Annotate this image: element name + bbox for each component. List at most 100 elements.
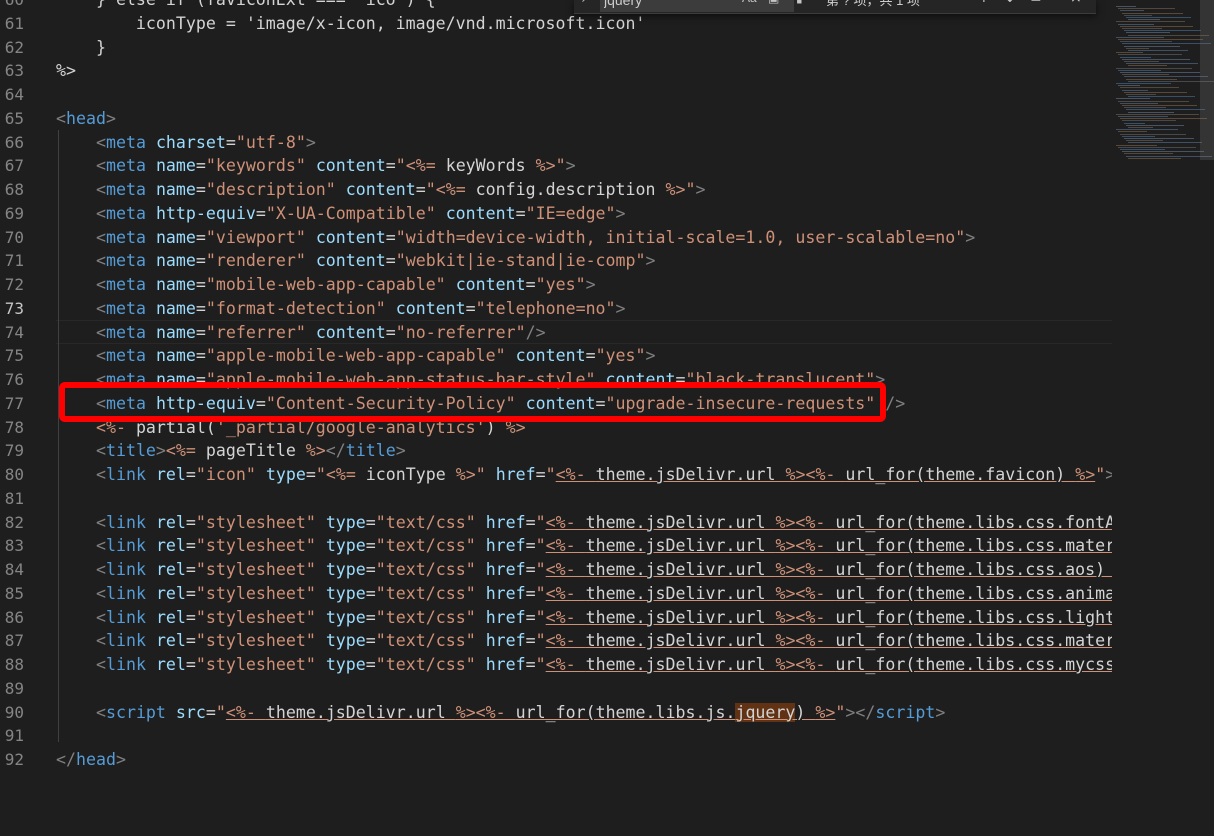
code-token: =: [385, 251, 396, 271]
code-token: name: [155, 346, 196, 366]
code-token: theme.jsDelivr.url: [265, 702, 456, 722]
code-token: >: [695, 180, 706, 199]
arrow-down-icon[interactable]: ↓: [1004, 0, 1016, 6]
code-line[interactable]: <meta name="format-detection" content="t…: [56, 297, 626, 321]
code-line[interactable]: <link rel="stylesheet" type="text/css" h…: [56, 558, 1112, 582]
code-token: name: [155, 322, 196, 342]
code-token: <%-: [545, 655, 586, 674]
code-token: ": [535, 631, 546, 651]
code-line[interactable]: }: [56, 36, 106, 60]
code-line[interactable]: } else if (faviconExt === 'ico') {: [56, 0, 436, 12]
code-line[interactable]: <meta name="apple-mobile-web-app-capable…: [56, 344, 656, 368]
code-line[interactable]: <link rel="stylesheet" type="text/css" h…: [56, 606, 1112, 630]
code-token: %>: [305, 441, 326, 461]
lines-icon[interactable]: ≡: [1030, 0, 1042, 6]
code-token: <%-: [545, 560, 586, 579]
code-token: type: [325, 512, 366, 532]
code-token: meta: [105, 275, 146, 294]
code-line[interactable]: <link rel="stylesheet" type="text/css" h…: [56, 653, 1112, 677]
code-line[interactable]: </head>: [56, 748, 126, 772]
code-line[interactable]: <meta name="referrer" content="no-referr…: [56, 321, 546, 345]
code-token: "no-referrer": [395, 322, 526, 342]
code-line[interactable]: %>: [56, 59, 76, 83]
code-token: =: [185, 655, 196, 674]
code-token: meta: [105, 251, 146, 271]
code-line[interactable]: <meta charset="utf-8">: [56, 131, 316, 155]
minimap[interactable]: [1112, 0, 1214, 836]
code-token: "yes": [595, 346, 646, 366]
code-token: "text/css": [375, 536, 476, 556]
code-token: =: [525, 655, 536, 674]
minimap-line: [1122, 28, 1162, 29]
code-token: link: [105, 607, 146, 627]
minimap-line: [1120, 87, 1179, 89]
code-token: =: [365, 536, 376, 556]
minimap-slider[interactable]: [1200, 0, 1214, 160]
code-line[interactable]: <head>: [56, 107, 116, 131]
code-line[interactable]: <link rel="stylesheet" type="text/css" h…: [56, 511, 1112, 535]
code-line[interactable]: <meta name="description" content="<%= co…: [56, 178, 706, 202]
code-token: rel: [155, 631, 186, 651]
code-token: "text/css": [375, 512, 476, 532]
code-token: =: [195, 346, 206, 366]
whole-word-toggle[interactable]: ▮: [796, 0, 803, 5]
code-line[interactable]: <link rel="stylesheet" type="text/css" h…: [56, 534, 1112, 558]
code-line[interactable]: <meta name="renderer" content="webkit|ie…: [56, 249, 656, 273]
minimap-line: [1118, 39, 1203, 40]
code-token: />: [885, 393, 906, 413]
find-widget[interactable]: › Aa ▣ ▮ 第 ? 项，共 1 项 ↑ ↓ ≡ ×: [574, 0, 1096, 14]
match-case-toggle[interactable]: Aa: [742, 0, 757, 5]
chevron-right-icon[interactable]: ›: [580, 0, 587, 6]
code-line[interactable]: <title><%= pageTitle %></title>: [56, 439, 406, 463]
code-token: =: [185, 583, 196, 603]
line-number: 68: [4, 180, 24, 199]
code-token: "text/css": [375, 655, 476, 674]
code-token: =: [465, 298, 476, 318]
code-token: rel: [155, 560, 186, 579]
code-line[interactable]: <script src="<%- theme.jsDelivr.url %><%…: [56, 701, 945, 725]
code-token: "icon": [195, 465, 256, 484]
code-token: link: [105, 583, 146, 603]
code-line[interactable]: <link rel="stylesheet" type="text/css" h…: [56, 629, 1112, 653]
code-line[interactable]: <link rel="stylesheet" type="text/css" h…: [56, 582, 1112, 606]
code-line[interactable]: iconType = 'image/x-icon, image/vnd.micr…: [56, 12, 646, 36]
regex-toggle[interactable]: ▣: [768, 0, 779, 5]
code-token: theme.jsDelivr.url: [585, 631, 776, 651]
arrow-up-icon[interactable]: ↑: [978, 0, 990, 6]
code-line[interactable]: <link rel="icon" type="<%= iconType %>" …: [56, 463, 1112, 487]
code-token: >: [565, 156, 576, 176]
code-token: =: [205, 702, 216, 722]
minimap-line: [1128, 127, 1153, 128]
find-input[interactable]: [600, 0, 794, 12]
code-token: content: [445, 203, 516, 223]
code-token: "webkit|ie-stand|ie-comp": [395, 251, 646, 271]
code-line[interactable]: <meta name="viewport" content="width=dev…: [56, 226, 975, 250]
code-line[interactable]: <meta http-equiv="X-UA-Compatible" conte…: [56, 202, 626, 226]
code-token: =: [385, 227, 396, 247]
code-token: %>: [1075, 465, 1096, 484]
code-token: url_for(theme.libs.css.materialize): [835, 536, 1112, 556]
code-line[interactable]: <meta name="keywords" content="<%= keyWo…: [56, 154, 576, 178]
code-token: ": [545, 465, 556, 484]
code-token: <: [95, 298, 106, 318]
code-token: <: [95, 583, 106, 603]
code-token: >: [615, 298, 626, 318]
close-icon[interactable]: ×: [1070, 0, 1082, 6]
line-number: 83: [4, 536, 24, 556]
code-token: =: [305, 465, 316, 484]
code-line[interactable]: <meta name="mobile-web-app-capable" cont…: [56, 273, 596, 297]
minimap-line: [1116, 21, 1185, 23]
code-token: =: [195, 322, 206, 342]
code-token: link: [105, 655, 146, 674]
minimap-line: [1116, 113, 1199, 115]
